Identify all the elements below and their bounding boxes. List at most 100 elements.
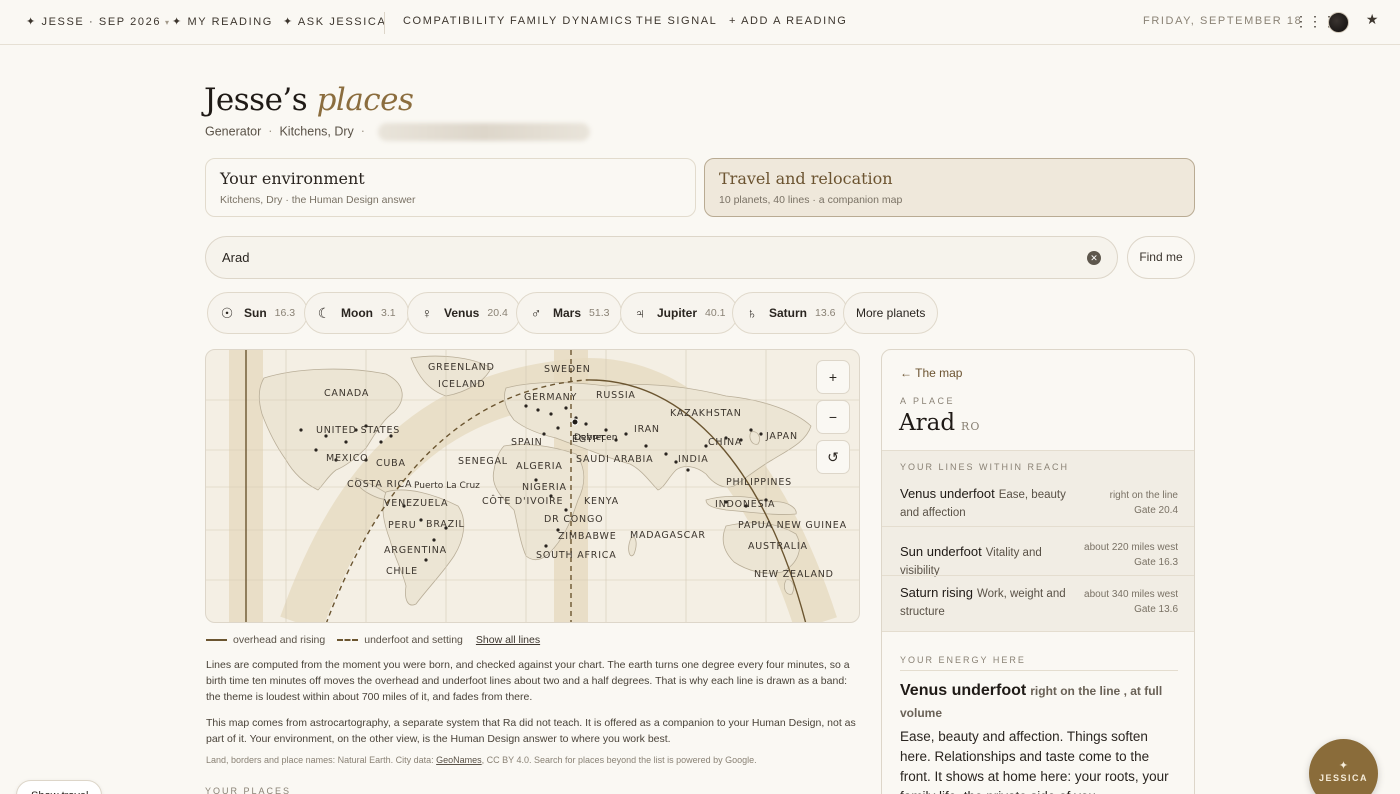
nav-compatibility[interactable]: COMPATIBILITY bbox=[403, 15, 506, 27]
planet-gate: 16.3 bbox=[274, 307, 296, 319]
profile-label: ✦ JESSE · SEP 2026 bbox=[26, 16, 162, 28]
find-me-button[interactable]: Find me bbox=[1127, 236, 1195, 279]
back-to-map-link[interactable]: ← The map bbox=[900, 366, 962, 380]
companion-paragraph: This map comes from astrocartography, a … bbox=[206, 717, 856, 745]
nav-the-signal[interactable]: THE SIGNAL bbox=[636, 15, 717, 27]
map-label: AUSTRALIA bbox=[748, 541, 808, 552]
nav-add-reading[interactable]: + ADD A READING bbox=[729, 15, 847, 27]
profile-switcher[interactable]: ✦ JESSE · SEP 2026 ▾ bbox=[26, 15, 171, 28]
nav-divider bbox=[384, 12, 385, 34]
map-label: UNITED STATES bbox=[316, 425, 400, 436]
map-label: ICELAND bbox=[438, 379, 485, 390]
place-search: ✕ bbox=[205, 236, 1118, 279]
nav-my-reading[interactable]: ✦ MY READING bbox=[172, 15, 273, 28]
planet-chip-venus[interactable]: ♀ Venus 20.4 bbox=[407, 292, 521, 334]
jupiter-icon: ♃ bbox=[634, 305, 646, 321]
ask-jessica-fab[interactable]: ✦ JESSICA bbox=[1309, 739, 1378, 794]
line-distance: about 220 miles west Gate 16.3 bbox=[1078, 540, 1178, 570]
line-name: Sun underfoot bbox=[900, 544, 982, 559]
venus-icon: ♀ bbox=[421, 305, 433, 321]
planet-chip-mars[interactable]: ♂ Mars 51.3 bbox=[516, 292, 623, 334]
map-label: ZIMBABWE bbox=[558, 531, 617, 542]
planet-name: Mars bbox=[553, 306, 582, 320]
planet-chip-saturn[interactable]: ♄ Saturn 13.6 bbox=[732, 292, 849, 334]
map-label: PHILIPPINES bbox=[726, 477, 792, 488]
line-distance: right on the line Gate 20.4 bbox=[1078, 488, 1178, 518]
dashed-line-swatch bbox=[337, 639, 359, 641]
map-label: CANADA bbox=[324, 388, 369, 399]
geonames-link[interactable]: GeoNames bbox=[436, 755, 482, 765]
planet-name: Saturn bbox=[769, 306, 808, 320]
distance-text: right on the line bbox=[1109, 490, 1178, 501]
lines-section: YOUR LINES WITHIN REACH Venus underfoot E… bbox=[882, 450, 1194, 632]
map-label: MADAGASCAR bbox=[630, 530, 706, 541]
your-places-heading: YOUR PLACES bbox=[205, 786, 292, 794]
map-label: JAPAN bbox=[765, 431, 798, 442]
map-label: GREENLAND bbox=[428, 362, 495, 373]
card-travel-relocation[interactable]: Travel and relocation 10 planets, 40 lin… bbox=[704, 158, 1195, 217]
subtitle-type: Generator bbox=[205, 124, 262, 139]
planet-chip-sun[interactable]: ☉ Sun 16.3 bbox=[207, 292, 309, 334]
map-label: INDONESIA bbox=[715, 499, 775, 510]
line-name: Venus underfoot bbox=[900, 486, 995, 501]
reset-view-button[interactable]: ↺ bbox=[816, 440, 850, 474]
map-label: KENYA bbox=[584, 496, 619, 507]
map-label: VENEZUELA bbox=[384, 498, 448, 509]
map-label: PAPUA NEW GUINEA bbox=[738, 520, 847, 531]
more-planets-button[interactable]: More planets bbox=[843, 292, 939, 334]
map-legend: overhead and rising underfoot and settin… bbox=[206, 634, 540, 646]
map-label: Debrecen bbox=[574, 433, 617, 443]
saturn-icon: ♄ bbox=[746, 305, 758, 321]
row-divider bbox=[882, 526, 1194, 527]
map-label: PERU bbox=[388, 520, 417, 531]
show-travel-button[interactable]: Show travel bbox=[16, 780, 102, 794]
nav-ask-jessica[interactable]: ✦ ASK JESSICA bbox=[283, 15, 386, 28]
map-label: Puerto La Cruz bbox=[414, 481, 480, 491]
credit-pre: Land, borders and place names: Natural E… bbox=[206, 755, 437, 765]
show-all-lines-link[interactable]: Show all lines bbox=[476, 634, 540, 646]
map-label: IRAN bbox=[634, 424, 660, 435]
row-divider bbox=[882, 575, 1194, 576]
avatar[interactable] bbox=[1328, 12, 1349, 33]
mars-icon: ♂ bbox=[530, 305, 542, 321]
star-icon[interactable]: ★ bbox=[1363, 11, 1383, 33]
map-label: NEW ZEALAND bbox=[754, 569, 834, 580]
title-main: Jesse’s bbox=[204, 82, 308, 118]
place-name: Arad RO bbox=[899, 410, 980, 436]
map-label: DR CONGO bbox=[544, 514, 603, 525]
data-credit: Land, borders and place names: Natural E… bbox=[206, 755, 757, 765]
place-label: A PLACE bbox=[900, 396, 956, 406]
page-title: Jesse’s places bbox=[204, 82, 414, 118]
place-panel: ← The map A PLACE Arad RO YOUR LINES WITH… bbox=[881, 349, 1195, 794]
card-title: Your environment bbox=[220, 169, 365, 188]
zoom-in-button[interactable]: + bbox=[816, 360, 850, 394]
map-label: INDIA bbox=[678, 454, 709, 465]
line-description: Venus underfoot Ease, beauty and affectio… bbox=[900, 485, 1080, 522]
search-input[interactable] bbox=[222, 250, 1062, 265]
planet-gate: 51.3 bbox=[589, 307, 610, 319]
legend-underfoot: underfoot and setting bbox=[364, 634, 463, 646]
sparkle-icon: ✦ bbox=[1338, 760, 1349, 772]
map-label: CHILE bbox=[386, 566, 418, 577]
planet-gate: 13.6 bbox=[815, 307, 836, 319]
line-description: Saturn rising Work, weight and structure bbox=[900, 584, 1080, 621]
clear-icon[interactable]: ✕ bbox=[1087, 251, 1101, 265]
nav-family-dynamics[interactable]: FAMILY DYNAMICS bbox=[510, 15, 633, 27]
legend-overhead: overhead and rising bbox=[233, 634, 326, 646]
planet-chip-jupiter[interactable]: ♃ Jupiter 40.1 bbox=[620, 292, 739, 334]
map-label: NIGERIA bbox=[522, 482, 567, 493]
title-emphasis: places bbox=[316, 82, 414, 118]
planet-name: Jupiter bbox=[657, 306, 698, 320]
map-label: CUBA bbox=[376, 458, 406, 469]
moon-icon: ☾ bbox=[317, 304, 331, 321]
planet-chip-moon[interactable]: ☾ Moon 3.1 bbox=[304, 292, 409, 334]
map-label: KAZAKHSTAN bbox=[670, 408, 742, 419]
energy-line-name: Venus underfoot bbox=[900, 682, 1027, 699]
world-map[interactable]: GREENLAND ICELAND SWEDEN CANADA GERMANY … bbox=[205, 349, 860, 623]
map-label: SENEGAL bbox=[458, 456, 508, 467]
map-label: RUSSIA bbox=[596, 390, 636, 401]
zoom-out-button[interactable]: − bbox=[816, 400, 850, 434]
subtitle-sep: · bbox=[268, 124, 273, 139]
energy-title: Venus underfoot right on the line , at fu… bbox=[900, 680, 1180, 724]
card-your-environment[interactable]: Your environment Kitchens, Dry · the Hum… bbox=[205, 158, 696, 217]
